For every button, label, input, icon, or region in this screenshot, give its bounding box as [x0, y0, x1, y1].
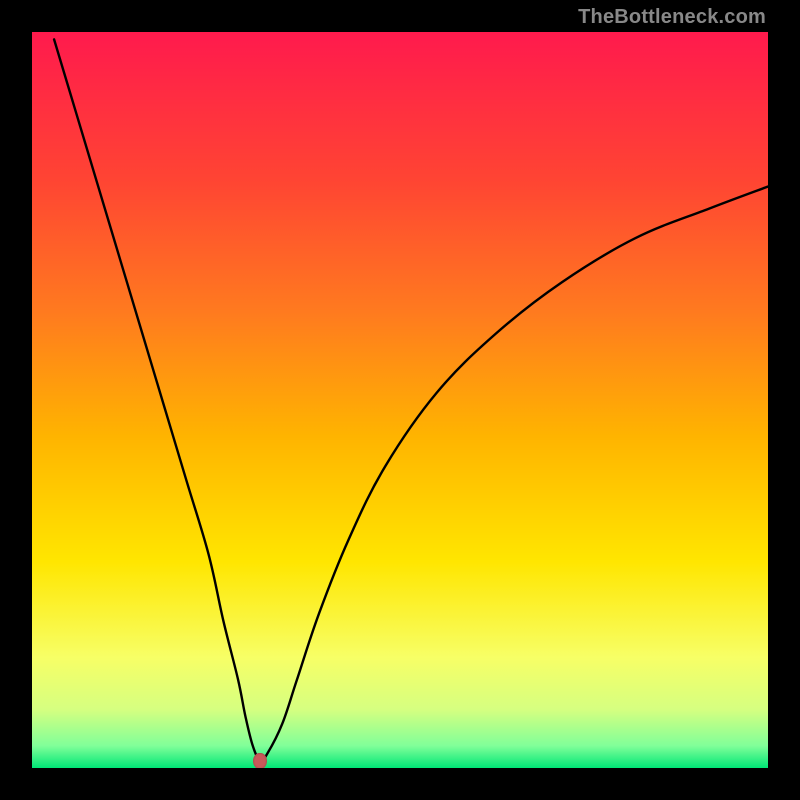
watermark-text: TheBottleneck.com	[578, 6, 766, 29]
optimum-marker	[253, 753, 267, 768]
chart-frame: TheBottleneck.com	[0, 0, 800, 800]
plot-area	[32, 32, 768, 768]
bottleneck-curve	[32, 32, 768, 768]
